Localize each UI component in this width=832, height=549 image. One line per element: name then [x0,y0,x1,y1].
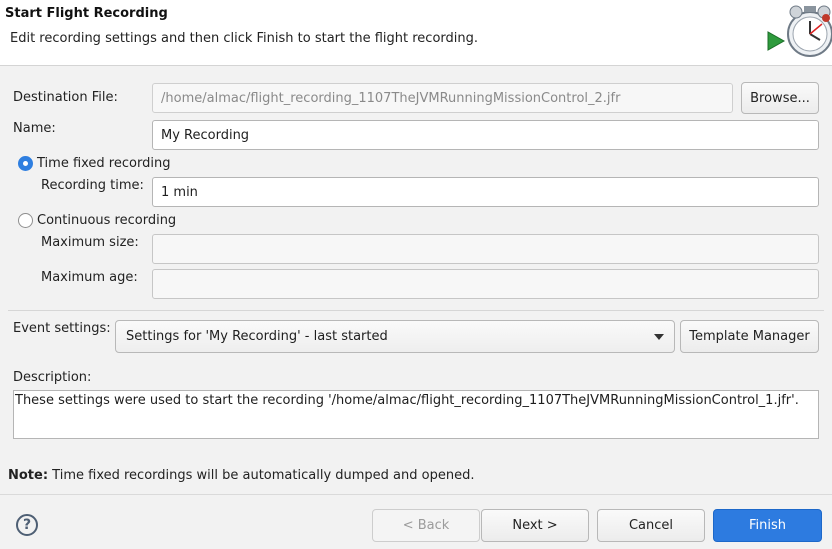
description-label: Description: [13,370,92,385]
finish-button[interactable]: Finish [713,509,822,542]
maximum-age-input[interactable] [152,269,819,299]
description-textarea[interactable]: These settings were used to start the re… [13,390,819,439]
maximum-age-label: Maximum age: [41,270,138,285]
continuous-radio[interactable] [18,213,33,228]
destination-file-label: Destination File: [13,90,118,105]
destination-file-field[interactable]: /home/almac/flight_recording_1107TheJVMR… [152,83,733,113]
template-manager-button[interactable]: Template Manager [680,320,819,353]
browse-button[interactable]: Browse... [741,82,819,114]
help-icon[interactable]: ? [16,514,38,536]
section-divider [8,310,824,311]
back-button[interactable]: < Back [372,509,480,542]
dialog-message: Edit recording settings and then click F… [10,31,478,46]
maximum-size-input[interactable] [152,234,819,264]
event-settings-label: Event settings: [13,321,111,336]
note-bold: Note: [8,468,49,483]
event-settings-dropdown[interactable]: Settings for 'My Recording' - last start… [115,320,675,353]
recording-time-input[interactable]: 1 min [152,177,819,207]
time-fixed-radio[interactable] [18,156,33,171]
event-settings-value: Settings for 'My Recording' - last start… [126,329,388,344]
dialog-title: Start Flight Recording [5,6,168,21]
time-fixed-label[interactable]: Time fixed recording [37,156,170,171]
recording-time-label: Recording time: [41,178,144,193]
cancel-button[interactable]: Cancel [597,509,705,542]
note-text: Note: Time fixed recordings will be auto… [8,468,474,483]
note-body: Time fixed recordings will be automatica… [48,468,475,483]
chevron-down-icon [654,333,664,340]
next-button[interactable]: Next > [481,509,589,542]
name-input[interactable]: My Recording [152,120,819,150]
name-label: Name: [13,121,56,136]
stopwatch-record-icon [764,0,832,60]
maximum-size-label: Maximum size: [41,235,139,250]
continuous-label[interactable]: Continuous recording [37,213,176,228]
